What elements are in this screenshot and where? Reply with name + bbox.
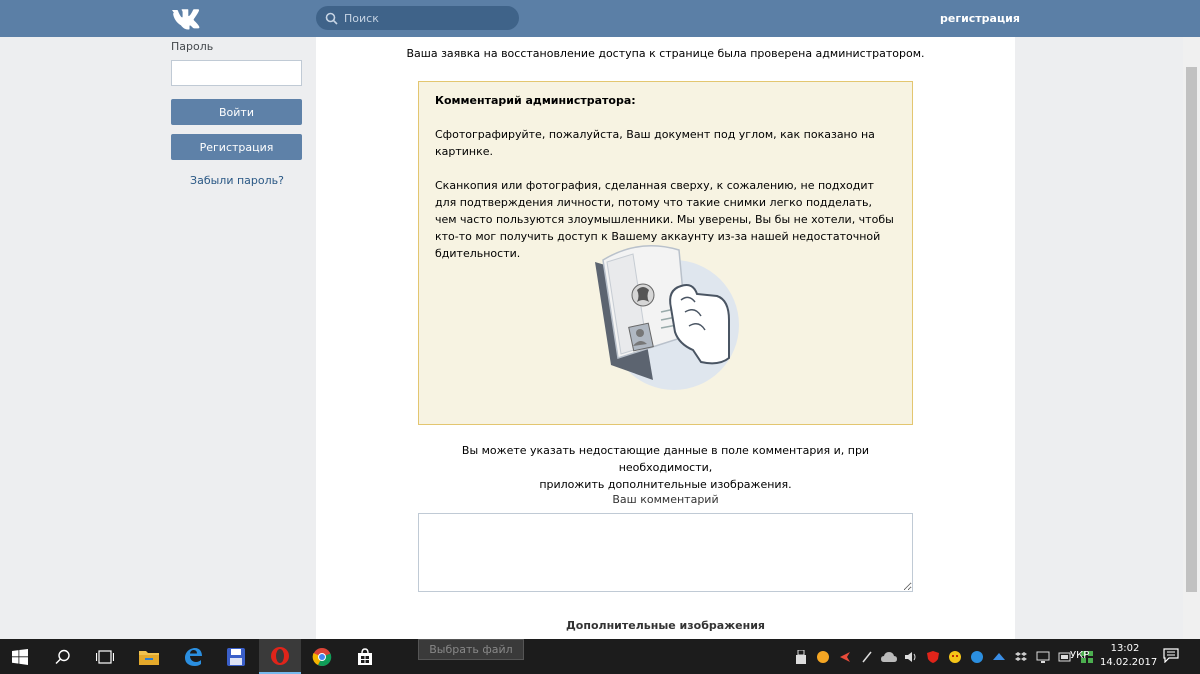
emoji-tray-icon[interactable]: [947, 649, 963, 665]
choose-file-button[interactable]: Выбрать файл: [418, 639, 524, 660]
search-box[interactable]: [316, 6, 519, 30]
system-tray: [793, 639, 1095, 674]
arrow-tray-icon[interactable]: [837, 649, 853, 665]
top-header: регистрация: [0, 0, 1200, 37]
main-content: Ваша заявка на восстановление доступа к …: [316, 37, 1015, 674]
notifications-icon[interactable]: [1163, 647, 1179, 666]
windows-start-icon[interactable]: [0, 639, 40, 674]
hint-line: Вы можете указать недостающие данные в п…: [461, 444, 870, 474]
forgot-password-link[interactable]: Забыли пароль?: [171, 174, 303, 187]
comment-textarea[interactable]: [418, 513, 913, 592]
admin-comment-box: Комментарий администратора: Сфотографиру…: [418, 81, 913, 425]
search-icon[interactable]: [43, 639, 83, 674]
password-label: Пароль: [171, 40, 214, 53]
password-field[interactable]: [171, 60, 302, 86]
save-app-icon[interactable]: [216, 639, 256, 674]
pen-tray-icon[interactable]: [859, 649, 875, 665]
search-input[interactable]: [344, 11, 514, 25]
hint-line: приложить дополнительные изображения.: [539, 478, 792, 491]
admin-comment-title: Комментарий администратора:: [435, 94, 636, 107]
browser-tray-icon[interactable]: [815, 649, 831, 665]
dropbox-icon[interactable]: [1013, 649, 1029, 665]
scrollbar-thumb[interactable]: [1186, 67, 1197, 592]
language-indicator[interactable]: УКР: [1070, 650, 1089, 661]
store-icon[interactable]: [345, 639, 385, 674]
vk-logo-icon[interactable]: [170, 6, 202, 30]
verified-notice: Ваша заявка на восстановление доступа к …: [406, 47, 925, 60]
shield-tray-icon[interactable]: [925, 649, 941, 665]
login-button[interactable]: Войти: [171, 99, 302, 125]
login-panel: Пароль Войти Регистрация Забыли пароль?: [171, 40, 303, 187]
opera-icon[interactable]: [259, 639, 301, 674]
register-button[interactable]: Регистрация: [171, 134, 302, 160]
page-scrollbar[interactable]: [1183, 37, 1200, 639]
your-comment-label: Ваш комментарий: [612, 493, 719, 506]
chrome-icon[interactable]: [302, 639, 342, 674]
clock-time: 13:02: [1110, 643, 1140, 654]
usb-icon[interactable]: [793, 649, 809, 665]
search-icon: [325, 12, 338, 25]
header-register-link[interactable]: регистрация: [940, 12, 1020, 25]
extra-images-label: Дополнительные изображения: [566, 619, 765, 632]
clock-date: 14.02.2017: [1100, 657, 1158, 668]
sync-tray-icon[interactable]: [991, 649, 1007, 665]
admin-comment-text: Сфотографируйте, пожалуйста, Ваш докумен…: [435, 128, 875, 158]
volume-icon[interactable]: [903, 649, 919, 665]
messenger-tray-icon[interactable]: [969, 649, 985, 665]
network-icon[interactable]: [1035, 649, 1051, 665]
passport-photo-illustration: [595, 245, 739, 390]
clock[interactable]: 13:02 14.02.2017: [1100, 642, 1158, 670]
edge-icon[interactable]: [173, 639, 213, 674]
file-explorer-icon[interactable]: [129, 639, 169, 674]
cloud-icon[interactable]: [881, 649, 897, 665]
hint-text: Вы можете указать недостающие данные в п…: [416, 442, 915, 493]
task-view-icon[interactable]: [85, 639, 125, 674]
windows-taskbar: УКР 13:02 14.02.2017: [0, 639, 1200, 674]
